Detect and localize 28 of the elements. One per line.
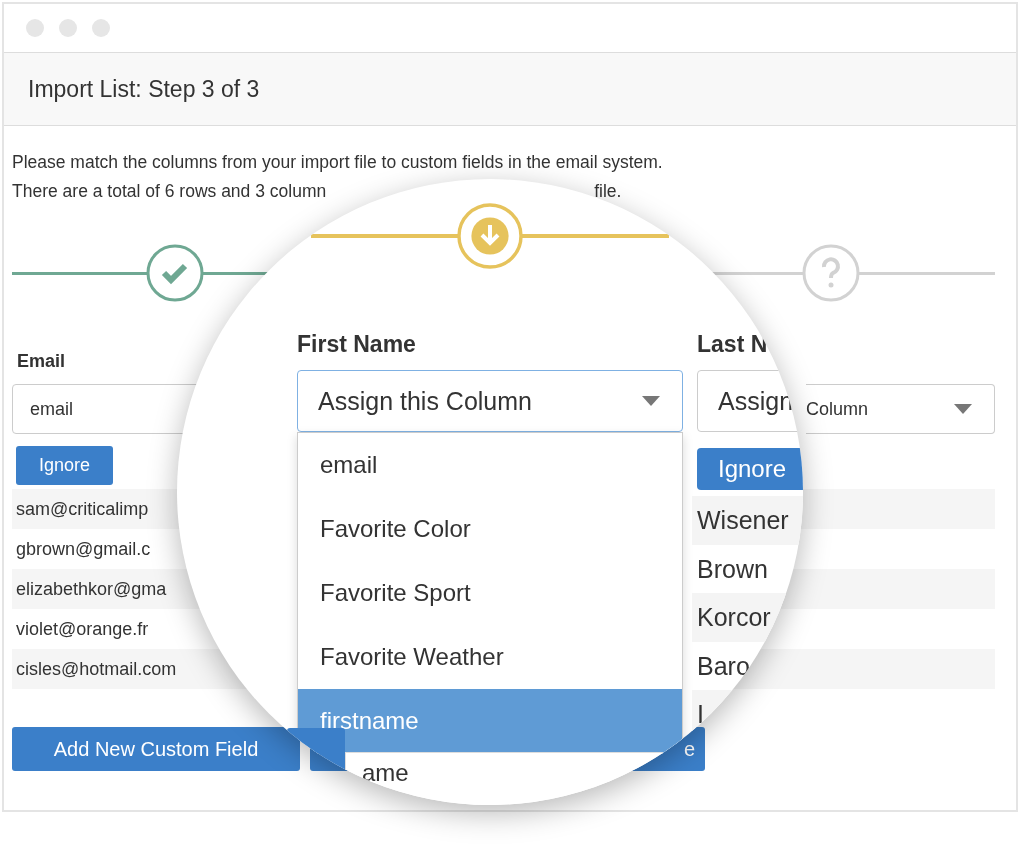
caret-icon <box>954 404 972 414</box>
table-cell-text: gbrown@gmail.c <box>15 538 152 561</box>
column-select[interactable]: Assign this Column <box>297 370 683 432</box>
check-icon <box>146 244 204 302</box>
dropdown-option[interactable]: email <box>298 433 682 497</box>
table-cell: Wisener <box>692 496 803 545</box>
caret-icon <box>642 396 660 406</box>
intro-text: Please match the columns from your import file to custom fields in the email system. <box>12 151 664 174</box>
ignore-button[interactable]: Ignore <box>16 446 113 485</box>
window-dot <box>26 19 44 37</box>
column-select[interactable]: Column <box>806 384 995 434</box>
dropdown-option[interactable]: Favorite Weather <box>298 625 682 689</box>
window-dot <box>59 19 77 37</box>
intro-text: file. <box>594 180 622 203</box>
dropdown-option[interactable]: ame <box>345 752 663 805</box>
dropdown-option[interactable]: Favorite Sport <box>298 561 682 625</box>
table-cell-text: Baro <box>696 650 751 682</box>
ignore-button[interactable]: Ignore <box>697 448 803 490</box>
intro-text: There are a total of 6 rows and 3 column <box>12 180 327 203</box>
window-title: Import List: Step 3 of 3 <box>28 75 260 103</box>
window-dot <box>92 19 110 37</box>
column-header: Email <box>17 351 67 373</box>
table-cell-text: violet@orange.fr <box>15 618 150 641</box>
column-header: First Name <box>297 331 416 358</box>
add-field-button[interactable]: Add New Custom Field <box>12 727 300 771</box>
table-cell-text: Brown <box>696 553 769 585</box>
dropdown-option[interactable]: Favorite Color <box>298 497 682 561</box>
question-icon <box>802 244 860 302</box>
